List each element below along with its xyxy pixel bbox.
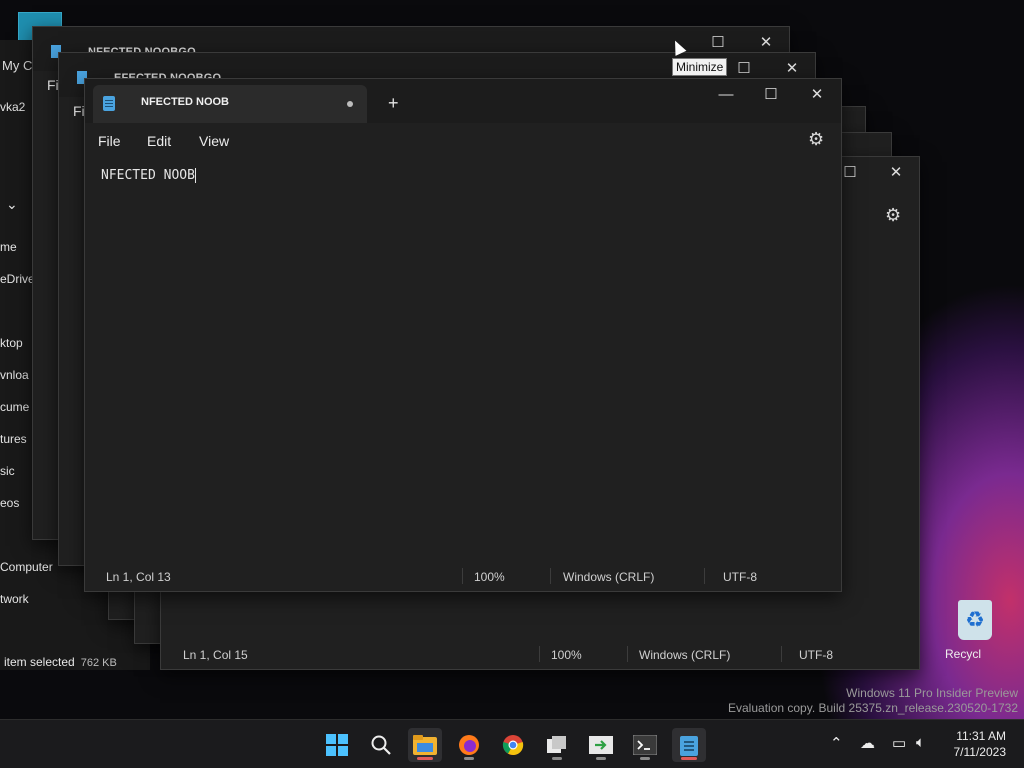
status-position: Ln 1, Col 15 xyxy=(183,648,248,662)
running-indicator xyxy=(681,757,697,760)
explorer-nav-item[interactable]: ktop xyxy=(0,336,23,350)
explorer-nav-item[interactable]: tures xyxy=(0,432,27,446)
search-icon[interactable] xyxy=(364,728,398,762)
close-button[interactable]: ✕ xyxy=(873,157,919,187)
status-bar: Ln 1, Col 15 100% Windows (CRLF) UTF-8 xyxy=(161,641,919,669)
network-icon[interactable]: ▭ xyxy=(892,734,906,752)
editor-content[interactable]: NFECTED NOOB xyxy=(101,168,196,183)
status-line-ending[interactable]: Windows (CRLF) xyxy=(639,648,730,662)
notepad-icon xyxy=(103,96,115,111)
running-indicator xyxy=(552,757,562,760)
watermark-line2: Evaluation copy. Build 25375.zn_release.… xyxy=(728,701,1018,715)
text-caret xyxy=(194,168,196,183)
explorer-nav-item[interactable]: Computer xyxy=(0,560,53,574)
status-position: Ln 1, Col 13 xyxy=(106,570,171,584)
running-indicator xyxy=(596,757,606,760)
minimize-tooltip: Minimize xyxy=(672,58,728,76)
editor-text: NFECTED NOOB xyxy=(101,168,195,183)
menu-file[interactable]: Fi xyxy=(47,77,59,93)
clock-time: 11:31 AM xyxy=(956,729,1006,743)
status-zoom[interactable]: 100% xyxy=(551,648,582,662)
file-explorer-icon[interactable] xyxy=(408,728,442,762)
status-separator xyxy=(550,568,551,584)
status-line-ending[interactable]: Windows (CRLF) xyxy=(563,570,654,584)
menu-bar: File Edit View ⚙ xyxy=(85,123,841,161)
taskbar: ⌃ ☁ ▭ 🔈︎ 11:31 AM 7/11/2023 xyxy=(0,719,1024,768)
explorer-status: item selected 762 KB xyxy=(4,655,117,669)
arrow-app-icon[interactable] xyxy=(584,728,618,762)
menu-file[interactable]: File xyxy=(98,133,121,149)
unsaved-dot-icon[interactable] xyxy=(347,101,353,107)
recycle-bin-icon[interactable]: ♻ xyxy=(958,600,992,640)
status-encoding[interactable]: UTF-8 xyxy=(723,570,757,584)
status-separator xyxy=(539,646,540,662)
status-separator xyxy=(704,568,705,584)
firefox-icon[interactable] xyxy=(452,728,486,762)
chrome-icon[interactable] xyxy=(496,728,530,762)
running-indicator xyxy=(640,757,650,760)
maximize-button[interactable]: ☐ xyxy=(748,79,794,109)
watermark-line1: Windows 11 Pro Insider Preview xyxy=(846,686,1018,700)
explorer-nav-item[interactable]: cume xyxy=(0,400,29,414)
close-button[interactable]: ✕ xyxy=(794,79,840,109)
cloud-offline-icon[interactable]: ☁ xyxy=(860,734,875,752)
status-bar: Ln 1, Col 13 100% Windows (CRLF) UTF-8 xyxy=(85,563,841,591)
status-zoom[interactable]: 100% xyxy=(474,570,505,584)
windows-start-icon[interactable] xyxy=(320,728,354,762)
text-editor[interactable]: NFECTED NOOB xyxy=(85,161,841,565)
tab-document[interactable]: NFECTED NOOB xyxy=(93,85,367,123)
terminal-icon[interactable] xyxy=(628,728,662,762)
menu-edit[interactable]: Edit xyxy=(147,133,171,149)
menu-view[interactable]: View xyxy=(199,133,229,149)
explorer-nav-item[interactable]: eos xyxy=(0,496,19,510)
status-encoding[interactable]: UTF-8 xyxy=(799,648,833,662)
settings-gear-icon[interactable]: ⚙ xyxy=(885,205,901,226)
status-separator xyxy=(462,568,463,584)
explorer-nav-item[interactable]: eDrive xyxy=(0,272,35,286)
notepad-window[interactable]: NFECTED NOOB + — ☐ ✕ File Edit View ⚙ NF… xyxy=(84,78,842,592)
status-separator xyxy=(781,646,782,662)
chevron-up-icon[interactable]: ⌃ xyxy=(830,734,843,752)
titlebar[interactable]: NFECTED NOOB + — ☐ ✕ xyxy=(85,79,841,123)
explorer-user: vka2 xyxy=(0,100,26,114)
explorer-nav-item[interactable]: sic xyxy=(0,464,15,478)
explorer-nav-item[interactable]: vnloa xyxy=(0,368,29,382)
running-indicator xyxy=(464,757,474,760)
notepad-icon[interactable] xyxy=(672,728,706,762)
files-icon[interactable] xyxy=(540,728,574,762)
running-indicator xyxy=(417,757,433,760)
minimize-button[interactable]: — xyxy=(703,79,749,109)
recycle-bin-label[interactable]: Recycl xyxy=(945,647,981,661)
settings-gear-icon[interactable]: ⚙ xyxy=(808,129,824,150)
explorer-address: My C xyxy=(2,58,33,73)
clock[interactable]: 11:31 AM 7/11/2023 xyxy=(954,728,1007,760)
new-tab-plus-icon[interactable]: + xyxy=(388,93,399,114)
explorer-nav-item[interactable]: twork xyxy=(0,592,29,606)
status-separator xyxy=(627,646,628,662)
chevron-down-icon[interactable]: ⌄ xyxy=(6,196,18,213)
clock-date: 7/11/2023 xyxy=(953,745,1007,759)
explorer-nav-item[interactable]: me xyxy=(0,240,17,254)
tab-title: NFECTED NOOB xyxy=(141,96,229,108)
explorer-status-selected: item selected xyxy=(4,655,75,669)
menu-file[interactable]: Fi xyxy=(73,103,85,119)
volume-icon[interactable]: 🔈︎ xyxy=(916,734,925,751)
explorer-status-size: 762 KB xyxy=(80,657,117,669)
